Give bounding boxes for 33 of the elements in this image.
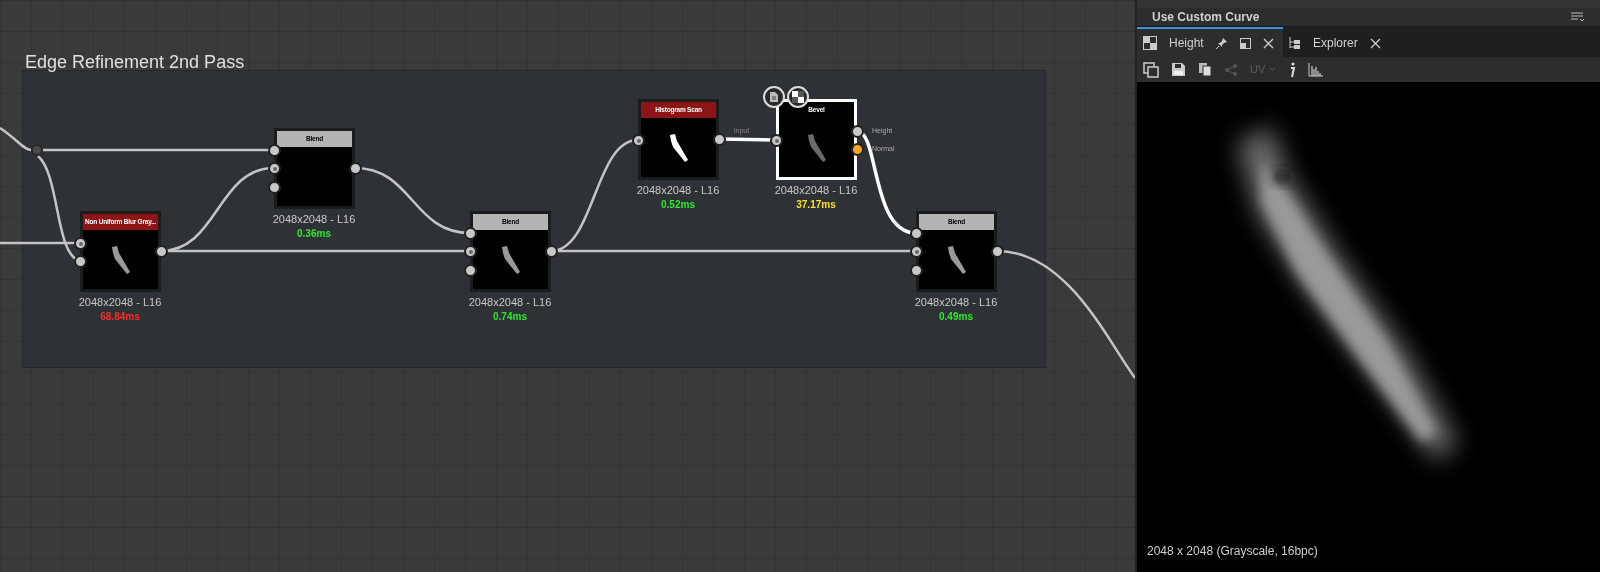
frame-title: Edge Refinement 2nd Pass — [25, 51, 245, 74]
timing-label: 0.36ms — [296, 227, 332, 241]
info-icon[interactable] — [1288, 61, 1297, 78]
resolution-label: 2048x2048 - L16 — [635, 183, 721, 198]
caret-icon — [1269, 67, 1277, 72]
resolution-label: 2048x2048 - L16 — [271, 212, 357, 227]
panel-title: Use Custom Curve — [1152, 9, 1260, 26]
panel-tab[interactable]: Height — [1137, 27, 1283, 57]
status-text: 2048 x 2048 (Grayscale, 16bpc) — [1147, 543, 1318, 560]
copy-icon[interactable] — [1198, 62, 1212, 77]
timing-label: 37.17ms — [795, 198, 837, 212]
float-icon[interactable] — [1239, 37, 1251, 49]
resolution-label: 2048x2048 - L16 — [77, 295, 163, 310]
close-icon[interactable] — [1262, 37, 1274, 49]
resolution-label: 2048x2048 - L16 — [467, 295, 553, 310]
tree-icon — [1289, 36, 1301, 50]
histogram-icon[interactable] — [1308, 62, 1324, 77]
panel-tab[interactable]: Explorer — [1283, 27, 1387, 57]
timing-label: 0.49ms — [938, 310, 974, 324]
save-icon[interactable] — [1171, 62, 1186, 77]
timing-label: 0.52ms — [660, 198, 696, 212]
export-icon[interactable] — [1143, 61, 1159, 78]
timing-label: 68.84ms — [99, 310, 141, 324]
tab-label: Explorer — [1313, 35, 1358, 52]
wire — [0, 126, 32, 152]
timing-label: 0.74ms — [492, 310, 528, 324]
checker-icon — [1143, 36, 1157, 50]
tab-label: Height — [1169, 35, 1204, 52]
pin-icon[interactable] — [1215, 37, 1228, 49]
resolution-label: 2048x2048 - L16 — [773, 183, 859, 198]
close-icon[interactable] — [1369, 37, 1381, 49]
menu-icon[interactable] — [1571, 12, 1585, 22]
resolution-label: 2048x2048 - L16 — [913, 295, 999, 310]
